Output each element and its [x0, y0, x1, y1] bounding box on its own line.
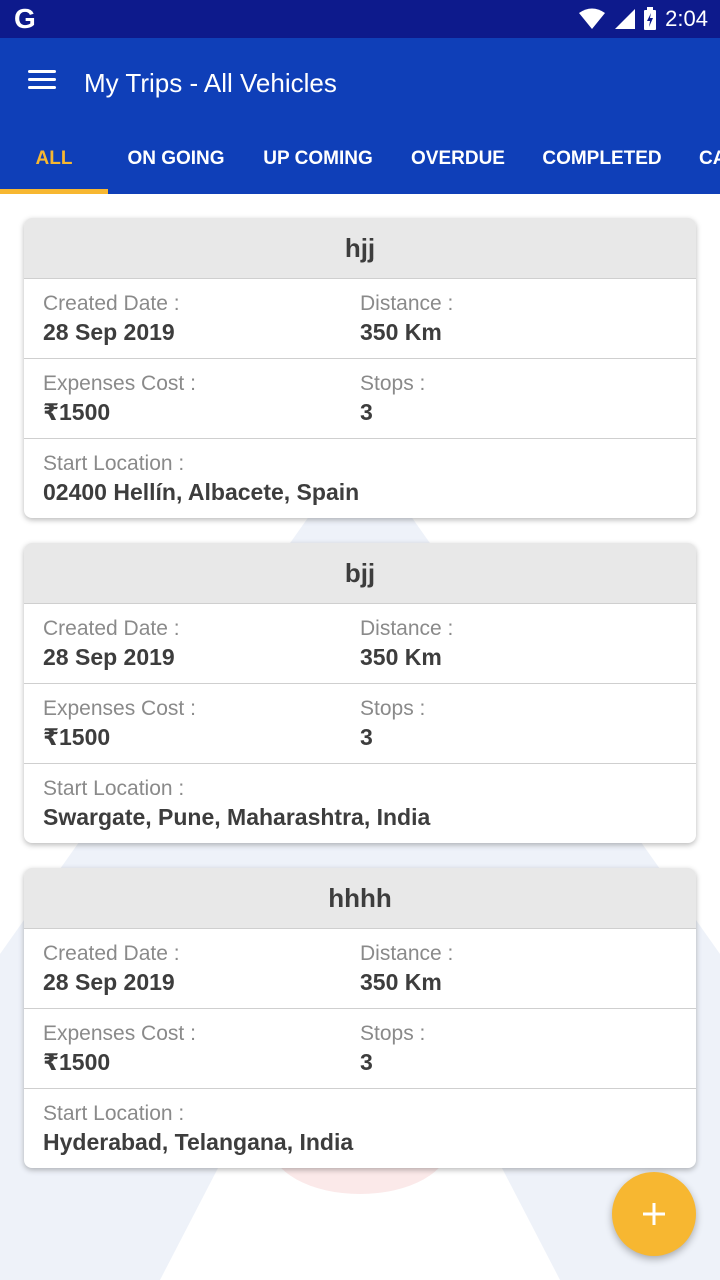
created-date-value: 28 Sep 2019 [43, 319, 175, 345]
tab-up-coming[interactable]: UP COMING [244, 138, 392, 194]
battery-icon [644, 7, 657, 30]
add-trip-button[interactable] [612, 1172, 696, 1256]
created-date-label: Created Date : [43, 942, 180, 965]
tab-cancelled[interactable]: CA [680, 138, 720, 194]
trip-name: bjj [24, 543, 696, 604]
created-date-label: Created Date : [43, 292, 180, 315]
trip-card[interactable]: hhhh Created Date : 28 Sep 2019 Distance … [24, 868, 696, 1168]
distance-value: 350 Km [360, 319, 442, 345]
start-location-label: Start Location : [43, 777, 185, 800]
start-location-label: Start Location : [43, 1102, 185, 1125]
stops-value: 3 [360, 399, 373, 425]
start-location-value: 02400 Hellín, Albacete, Spain [43, 479, 360, 505]
page-title: My Trips - All Vehicles [84, 68, 337, 98]
tab-completed[interactable]: COMPLETED [524, 138, 680, 194]
tab-on-going[interactable]: ON GOING [108, 138, 244, 194]
tab-overdue[interactable]: OVERDUE [392, 138, 524, 194]
tab-indicator [0, 189, 108, 194]
expenses-cost-value: ₹1500 [43, 1049, 111, 1075]
google-icon: G [14, 3, 36, 34]
stops-label: Stops : [360, 697, 426, 720]
expenses-cost-value: ₹1500 [43, 399, 111, 425]
app-bar: My Trips - All Vehicles ALL ON GOING UP … [0, 38, 720, 194]
stops-label: Stops : [360, 1022, 426, 1045]
wifi-icon [579, 8, 606, 29]
trip-name: hhhh [24, 868, 696, 929]
distance-value: 350 Km [360, 644, 442, 670]
status-time: 2:04 [665, 6, 708, 31]
trip-name: hjj [24, 218, 696, 279]
menu-icon[interactable] [28, 70, 56, 90]
trip-card[interactable]: bjj Created Date : 28 Sep 2019 Distance :… [24, 543, 696, 843]
tab-bar: ALL ON GOING UP COMING OVERDUE COMPLETED… [0, 138, 720, 194]
created-date-label: Created Date : [43, 617, 180, 640]
signal-icon [615, 9, 636, 29]
expenses-cost-label: Expenses Cost : [43, 372, 196, 395]
expenses-cost-label: Expenses Cost : [43, 1022, 196, 1045]
expenses-cost-value: ₹1500 [43, 724, 111, 750]
plus-icon [643, 1203, 665, 1225]
distance-value: 350 Km [360, 969, 442, 995]
start-location-label: Start Location : [43, 452, 185, 475]
created-date-value: 28 Sep 2019 [43, 644, 175, 670]
created-date-value: 28 Sep 2019 [43, 969, 175, 995]
stops-value: 3 [360, 1049, 373, 1075]
distance-label: Distance : [360, 617, 454, 640]
status-bar: G 2:04 [0, 0, 720, 38]
expenses-cost-label: Expenses Cost : [43, 697, 196, 720]
trip-list: hjj Created Date : 28 Sep 2019 Distance :… [24, 218, 696, 1193]
stops-value: 3 [360, 724, 373, 750]
distance-label: Distance : [360, 942, 454, 965]
stops-label: Stops : [360, 372, 426, 395]
start-location-value: Swargate, Pune, Maharashtra, India [43, 804, 431, 830]
distance-label: Distance : [360, 292, 454, 315]
trip-card[interactable]: hjj Created Date : 28 Sep 2019 Distance :… [24, 218, 696, 518]
start-location-value: Hyderabad, Telangana, India [43, 1129, 354, 1155]
tab-all[interactable]: ALL [0, 138, 108, 194]
